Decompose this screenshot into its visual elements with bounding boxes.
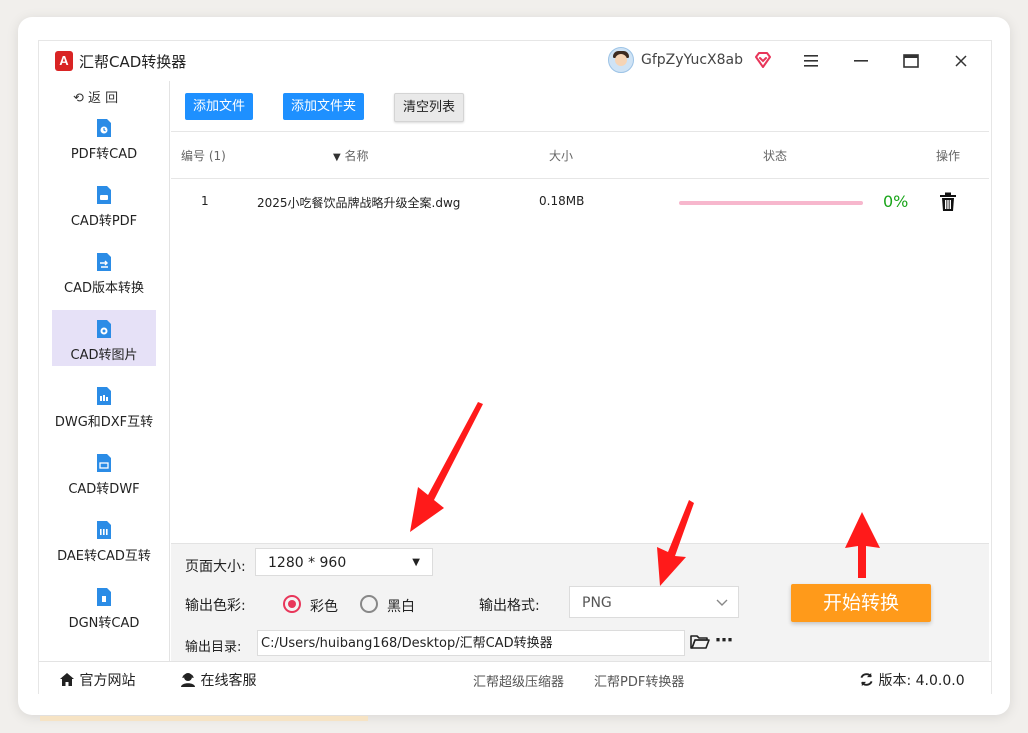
back-label: 返 回: [88, 91, 119, 106]
menu-icon[interactable]: [797, 47, 825, 75]
row-file-name: 2025小吃餐饮品牌战略升级全案.dwg: [257, 196, 461, 210]
sidebar-item-cad-to-dwf[interactable]: CAD转DWF: [52, 444, 156, 500]
online-support-label: 在线客服: [200, 673, 257, 689]
sidebar-item-label: CAD转PDF: [70, 214, 138, 229]
refresh-icon: [860, 672, 873, 687]
back-button[interactable]: ⟲ 返 回: [73, 87, 118, 106]
row-index: 1: [201, 194, 209, 208]
color-label: 输出色彩:: [185, 598, 246, 614]
color-radio-color[interactable]: [283, 595, 301, 613]
add-file-button[interactable]: 添加文件: [185, 93, 254, 120]
sidebar-item-label: DGN转CAD: [68, 616, 140, 631]
sidebar-item-cad-version[interactable]: CAD版本转换: [52, 243, 156, 299]
footer-link-pdf-converter[interactable]: 汇帮PDF转换器: [594, 671, 684, 690]
dgn-to-cad-icon: [97, 588, 111, 606]
sidebar-item-dgn-to-cad[interactable]: DGN转CAD: [52, 578, 156, 634]
sidebar-item-dwg-dxf[interactable]: DWG和DXF互转: [52, 377, 156, 433]
settings-panel: 页面大小: 1280 * 960 ▼ 输出色彩: 彩色 黑白 输出格式: PNG…: [171, 543, 989, 662]
chevron-down-icon: [716, 599, 728, 606]
cad-version-icon: [97, 253, 111, 271]
col-name-header[interactable]: ▼ 名称: [333, 147, 369, 164]
row-file-size: 0.18MB: [539, 194, 585, 208]
sidebar-item-pdf-to-cad[interactable]: PDF转CAD: [52, 109, 156, 165]
cad-to-pdf-icon: [97, 186, 111, 204]
row-progress-bar: [679, 201, 863, 205]
sidebar-item-label: CAD转图片: [70, 348, 138, 363]
trash-icon[interactable]: [939, 192, 957, 212]
pdf-to-cad-icon: [97, 119, 111, 137]
app-logo-icon: A: [55, 51, 73, 71]
home-icon: [60, 673, 74, 686]
sidebar-item-label: CAD版本转换: [64, 281, 144, 296]
app-title: 汇帮CAD转换器: [79, 53, 187, 71]
folder-open-icon[interactable]: [690, 634, 710, 650]
color-option-bw[interactable]: 黑白: [387, 596, 415, 616]
dwg-dxf-icon: [97, 387, 111, 405]
col-name-label: 名称: [344, 149, 369, 163]
minimize-icon[interactable]: [847, 47, 875, 75]
footer-link-compressor[interactable]: 汇帮超级压缩器: [473, 671, 564, 690]
official-website-label: 官方网站: [79, 673, 136, 689]
sidebar-item-cad-to-image[interactable]: CAD转图片: [52, 310, 156, 366]
format-label: 输出格式:: [479, 598, 540, 614]
cad-to-dwf-icon: [97, 454, 111, 472]
output-dir-input[interactable]: C:/Users/huibang168/Desktop/汇帮CAD转换器: [257, 630, 685, 656]
table-row[interactable]: 1 2025小吃餐饮品牌战略升级全案.dwg 0.18MB 0%: [171, 178, 989, 228]
sidebar-item-cad-to-pdf[interactable]: CAD转PDF: [52, 176, 156, 232]
sidebar-item-dae-to-cad[interactable]: DAE转CAD互转: [52, 511, 156, 567]
add-folder-button[interactable]: 添加文件夹: [283, 93, 365, 120]
vip-diamond-icon[interactable]: [754, 51, 772, 69]
dropdown-caret-icon: ▼: [412, 557, 420, 568]
more-options-icon[interactable]: ⋯: [715, 630, 734, 651]
close-icon[interactable]: [947, 47, 975, 75]
format-select[interactable]: PNG: [569, 586, 739, 618]
version-number: 4.0.0.0: [915, 673, 965, 689]
col-index-header[interactable]: 编号 (1): [181, 147, 226, 164]
format-value: PNG: [582, 595, 612, 611]
sidebar: ⟲ 返 回 PDF转CAD CAD转PDF CAD版本转换 CAD转图片 DWG…: [39, 81, 170, 661]
clear-list-button[interactable]: 清空列表: [394, 93, 465, 122]
app-window: A 汇帮CAD转换器 GfpZyYucX8ab ⟲ 返 回 PDF转CAD CA…: [38, 40, 992, 694]
version-info[interactable]: 版本: 4.0.0.0: [859, 670, 965, 690]
col-status-header: 状态: [763, 149, 788, 163]
page-size-label: 页面大小:: [185, 559, 246, 575]
title-bar: A 汇帮CAD转换器 GfpZyYucX8ab: [39, 41, 991, 81]
sidebar-item-label: CAD转DWF: [68, 482, 140, 497]
online-support-link[interactable]: 在线客服: [180, 670, 256, 690]
bottom-decoration: [40, 716, 368, 721]
page-size-value: 1280 * 960: [268, 555, 347, 571]
footer-bar: 官方网站 在线客服 汇帮超级压缩器 汇帮PDF转换器 版本: 4.0.0.0: [39, 661, 991, 694]
page-size-select[interactable]: 1280 * 960 ▼: [255, 548, 433, 576]
username[interactable]: GfpZyYucX8ab: [641, 52, 743, 68]
sidebar-item-label: DWG和DXF互转: [54, 415, 154, 430]
maximize-icon[interactable]: [897, 47, 925, 75]
file-table-header: 编号 (1) ▼ 名称 大小 状态 操作: [171, 131, 989, 179]
user-avatar[interactable]: [608, 47, 634, 73]
official-website-link[interactable]: 官方网站: [59, 670, 135, 690]
cad-to-image-icon: [97, 320, 111, 338]
headset-icon: [181, 673, 195, 687]
sidebar-item-label: PDF转CAD: [70, 147, 138, 162]
back-arrow-icon: ⟲: [73, 91, 84, 106]
dae-to-cad-icon: [97, 521, 111, 539]
sort-down-icon: ▼: [333, 152, 341, 163]
version-label: 版本:: [878, 673, 912, 689]
color-option-color[interactable]: 彩色: [310, 596, 338, 616]
col-action-header: 操作: [936, 149, 961, 163]
start-convert-button[interactable]: 开始转换: [791, 584, 931, 622]
output-dir-label: 输出目录:: [185, 640, 242, 655]
color-radio-bw[interactable]: [360, 595, 378, 613]
col-size-header[interactable]: 大小: [549, 147, 573, 164]
row-progress-percent: 0%: [883, 192, 909, 211]
sidebar-item-label: DAE转CAD互转: [57, 549, 151, 564]
